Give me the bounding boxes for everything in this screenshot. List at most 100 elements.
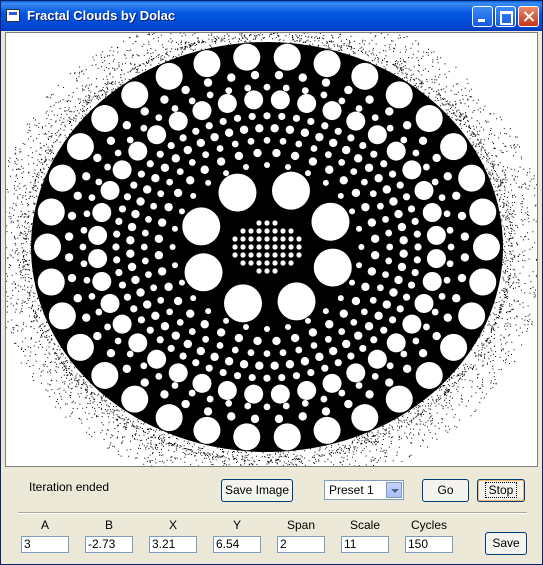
fractal-dot [244,384,264,404]
fractal-dot [147,349,167,369]
fractal-center-dot [288,228,294,234]
fractal-dot [452,191,461,200]
fractal-center-dot [256,236,262,242]
maximize-icon[interactable] [495,6,516,27]
param-input-scale[interactable]: 11 [341,536,389,553]
fractal-dot [264,162,270,168]
fractal-dot [402,364,412,373]
fractal-dot [233,372,242,380]
fractal-dot [264,326,270,332]
param-label-y: Y [232,518,241,532]
fractal-center-dot [248,236,254,242]
fractal-dot [344,399,353,409]
fractal-dot [193,50,221,78]
fractal-dot [167,141,175,150]
fractal-dot [171,154,180,163]
fractal-dot [127,262,137,272]
fractal-dot [200,165,209,174]
fractal-dot [244,90,264,110]
stop-button[interactable]: Stop [477,479,525,502]
fractal-center-dot [256,268,262,274]
fractal-dot [364,163,374,172]
fractal-center-dot [288,252,294,258]
fractal-dot [358,244,365,250]
fractal-dot [154,234,164,243]
fractal-dot [329,346,338,356]
param-input-span[interactable]: 2 [277,536,325,553]
fractal-center-dot [272,228,278,234]
fractal-dot [223,170,230,177]
app-icon[interactable] [6,9,20,22]
fractal-dot [242,164,249,171]
fractal-dot [322,373,342,393]
status-text: Iteration ended [29,480,110,494]
param-label-a: A [40,518,49,532]
fractal-dot [216,342,224,349]
save-button[interactable]: Save [485,532,527,555]
fractal-dot [210,352,219,362]
fractal-dot [297,381,317,401]
fractal-dot [460,232,470,241]
fractal-dot [300,128,310,137]
fractal-dot [95,308,103,316]
param-input-b[interactable]: -2.73 [85,536,133,553]
fractal-dot [234,151,244,161]
fractal-dot [412,149,420,157]
fractal-center-dot [256,252,262,258]
fractal-dot [130,181,138,189]
dropdown-arrow-icon[interactable] [386,482,402,498]
fractal-dot [227,73,236,82]
fractal-dot [385,378,394,387]
preset-select[interactable]: Preset 1 [324,480,404,500]
title-bar[interactable]: Fractal Clouds by Dolac [1,1,542,31]
fractal-dot [360,308,368,316]
fractal-dot [413,230,421,238]
fractal-dot [114,337,122,345]
fractal-dot [157,296,165,304]
fractal-dot [402,121,412,130]
param-input-cycles[interactable]: 150 [405,536,453,553]
fractal-dot [285,125,295,134]
fractal-dot [219,117,227,126]
param-input-y[interactable]: 6.54 [213,536,261,553]
fractal-dot [188,97,196,105]
fractal-center-dot [280,244,286,250]
fractal-dot [300,357,310,366]
fractal-dot [37,198,65,226]
fractal-dot [446,260,454,268]
param-label-span: Span [286,518,316,532]
fractal-dot [397,262,407,272]
fractal-dot [176,318,184,326]
fractal-dot [313,50,341,78]
fractal-dot [173,188,183,198]
fractal-center-dot [272,236,278,242]
fractal-dot [292,114,301,122]
fractal-dot [407,281,416,289]
fractal-dot [219,368,227,377]
fractal-dot [411,268,419,277]
fractal-dot [206,395,214,403]
fractal-dot [205,179,212,186]
fractal-dot [123,193,132,201]
fractal-dot [67,273,77,283]
fractal-dot [414,293,434,313]
fractal-dot [126,236,135,245]
fractal-dot [48,164,76,192]
fractal-dot [67,211,77,221]
fractal-dot [457,273,467,283]
param-input-a[interactable]: 3 [21,536,69,553]
close-icon[interactable] [518,6,539,27]
go-button[interactable]: Go [422,479,469,502]
minimize-icon[interactable] [472,6,493,27]
fractal-dot [157,267,167,276]
fractal-dot [247,137,255,145]
fractal-dot [140,378,149,387]
fractal-dot [128,333,148,353]
save-image-button[interactable]: Save Image [221,479,293,502]
fractal-dot [141,229,149,237]
fractal-dot [360,178,368,186]
fractal-dot [386,333,406,353]
fractal-dot [131,209,140,219]
fractal-dot [274,414,284,424]
param-input-x[interactable]: 3.21 [149,536,197,553]
